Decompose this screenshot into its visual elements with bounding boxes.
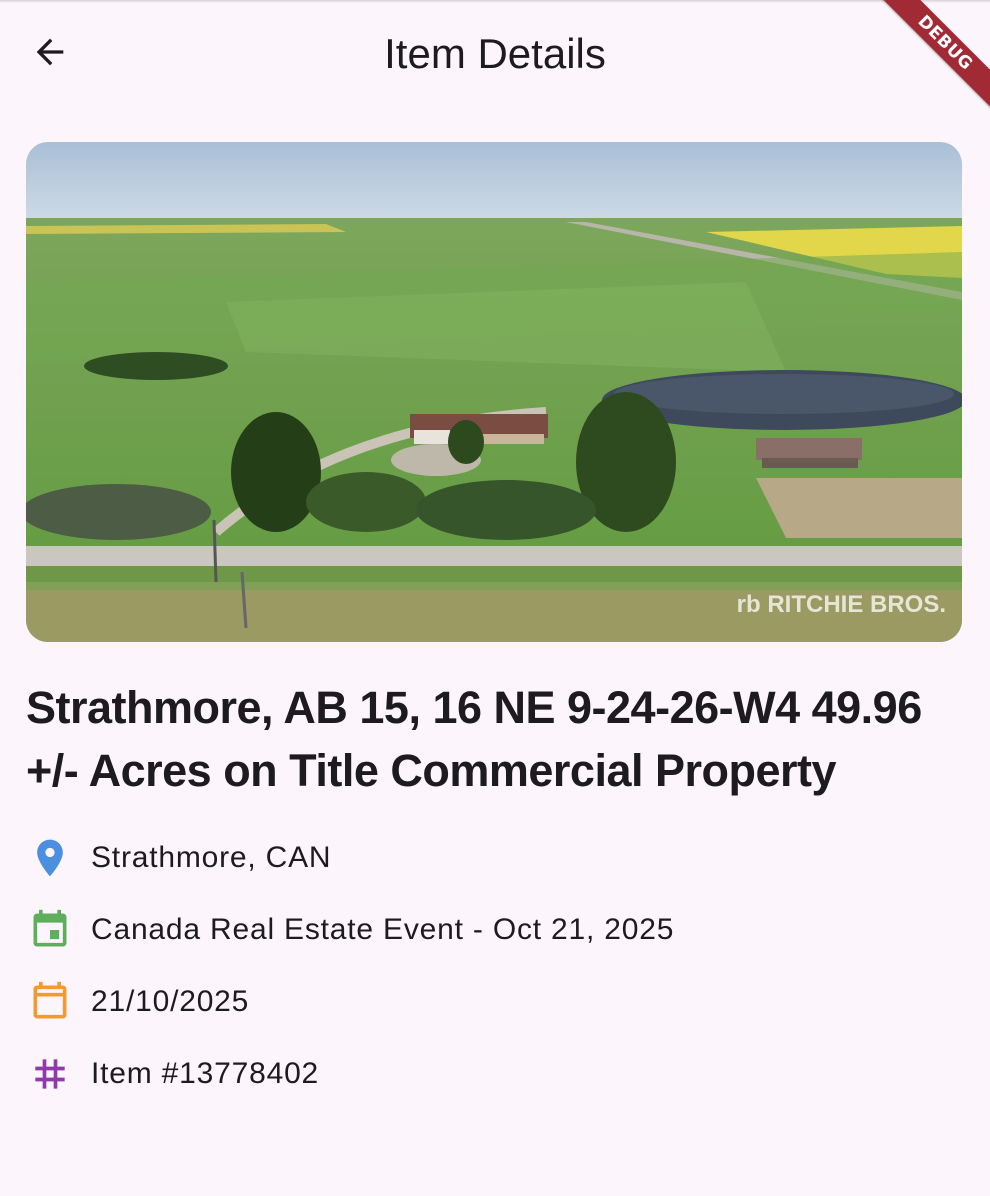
event-calendar-icon (28, 908, 72, 952)
location-text: Strathmore, CAN (91, 841, 332, 874)
item-number-text: Item #13778402 (91, 1057, 320, 1090)
item-photo[interactable]: rb RITCHIE BROS. (26, 142, 962, 642)
date-text: 21/10/2025 (91, 985, 250, 1018)
date-row: 21/10/2025 (28, 977, 249, 1027)
app-bar: Item Details (0, 0, 990, 108)
event-text: Canada Real Estate Event - Oct 21, 2025 (91, 913, 675, 946)
item-title: Strathmore, AB 15, 16 NE 9-24-26-W4 49.9… (26, 682, 922, 796)
event-row: Canada Real Estate Event - Oct 21, 2025 (28, 905, 674, 955)
item-number-row: Item #13778402 (28, 1049, 319, 1099)
hash-icon (28, 1052, 72, 1096)
location-pin-icon (28, 836, 72, 880)
watermark-logo: rb RITCHIE BROS. (737, 591, 946, 618)
calendar-icon (28, 980, 72, 1024)
page-title: Item Details (384, 30, 606, 77)
location-row: Strathmore, CAN (28, 833, 331, 883)
